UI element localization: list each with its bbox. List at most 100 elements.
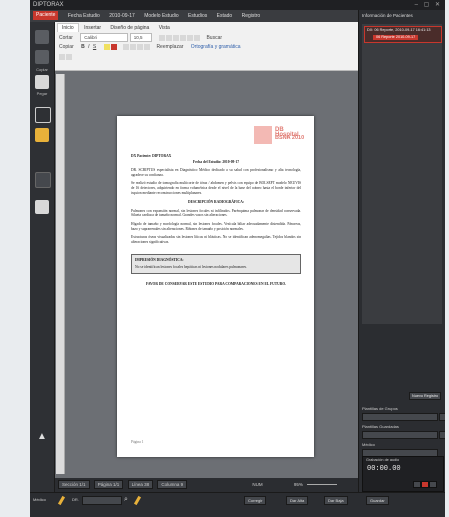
align-right-icon[interactable] — [137, 43, 144, 50]
indent-icon[interactable] — [173, 34, 180, 41]
highlight-icon[interactable] — [103, 43, 110, 50]
find-button[interactable]: Buscar — [206, 35, 222, 41]
menu-item-fecha[interactable]: Fecha Estudio — [68, 10, 100, 22]
align-left-icon[interactable] — [123, 43, 130, 50]
new-record-button[interactable]: Nuevo Registro — [409, 392, 442, 400]
saved-templates-select[interactable] — [362, 431, 438, 439]
report-list-item[interactable]: DX: 06 Reporte, 2010-09-17 16:41:13 06 R… — [364, 26, 442, 43]
menu-item-registro[interactable]: Registro — [242, 10, 261, 22]
tool-label: Médico — [33, 497, 46, 502]
italic-icon[interactable]: I — [88, 44, 89, 50]
patient-label: DX Paciente: DIPTORAX — [131, 154, 172, 158]
group-templates-select[interactable] — [362, 413, 438, 421]
pilcrow-icon[interactable] — [194, 34, 201, 41]
replace-button[interactable]: Reemplazar — [156, 44, 183, 50]
editor-area: Inicio Insertar Diseño de página Vista C… — [55, 22, 358, 492]
group-templates-add-button[interactable] — [439, 413, 445, 421]
ribbon-row-1: Cortar Calibri 10,5 Buscar — [59, 33, 222, 42]
group-templates-label: Plantillas de Grupos — [362, 406, 398, 411]
reports-list[interactable]: DX: 06 Reporte, 2010-09-17 16:41:13 06 R… — [362, 24, 442, 324]
section-title: DESCRIPCIÓN RADIOGRÁFICA: — [187, 200, 244, 205]
align-center-icon[interactable] — [130, 43, 137, 50]
search-icon[interactable]: ⌕ — [124, 496, 128, 504]
list-numbered-icon[interactable] — [166, 34, 173, 41]
ribbon-row-2: Copiar B I S Reemplazar Ortografía y gra… — [59, 43, 241, 52]
mountain-icon[interactable]: ▲ — [35, 430, 49, 444]
body-paragraph-4: Estructuras óseas visualizadas sin lesio… — [131, 235, 301, 244]
saved-templates-label: Plantillas Guardadas — [362, 424, 399, 429]
hospital-logo: DB Hospital BSNA 2010 — [254, 126, 308, 148]
format-painter-icon[interactable] — [66, 53, 72, 60]
tab-insertar[interactable]: Insertar — [80, 24, 105, 32]
status-mode: NUM — [252, 482, 263, 487]
field-label: DR. — [72, 497, 79, 502]
paste-small-icon[interactable] — [59, 53, 65, 60]
spellcheck-button[interactable]: Ortografía y gramática — [191, 44, 241, 50]
saved-templates-add-button[interactable] — [439, 431, 445, 439]
document-icon[interactable] — [35, 75, 49, 89]
tab-inicio[interactable]: Inicio — [57, 23, 79, 32]
report-item-title: DX: 06 Reporte, 2010-09-17 16:41:13 — [367, 28, 431, 32]
patients-panel-title: Información de Pacientes — [362, 13, 413, 18]
menu-tag-patient[interactable]: Paciente — [33, 11, 59, 21]
layout-icon[interactable] — [35, 172, 51, 188]
correct-button[interactable]: Corregir — [244, 496, 267, 505]
sort-icon[interactable] — [187, 34, 194, 41]
stop-icon[interactable] — [421, 481, 429, 488]
play-icon[interactable] — [429, 481, 437, 488]
audio-recorder: Grabación de audio 00:00.00 — [362, 456, 444, 492]
status-bar: Sección 1/1 Página 1/1 Línea 38 Columna … — [55, 478, 358, 492]
font-name-select[interactable]: Calibri — [80, 33, 129, 42]
logo-line-2: BSNA 2010 — [275, 135, 305, 141]
justify-icon[interactable] — [144, 43, 151, 50]
menu-item-modelo[interactable]: Modelo Estudio — [144, 10, 178, 22]
impression-body: No se identifican lesiones focales hepát… — [135, 264, 247, 269]
save-button[interactable]: Guardar — [366, 496, 389, 505]
paste-label: Pegar — [36, 91, 48, 96]
status-column: Columna 9 — [157, 480, 188, 490]
menu-item-estudios[interactable]: Estudios — [188, 10, 207, 22]
audio-label: Grabación de audio — [366, 458, 400, 462]
window-title: DIPTORAX — [33, 2, 64, 8]
intro-paragraph: DR. SCRIPTUS especialista en Diagnóstico… — [131, 168, 301, 177]
vertical-ruler — [56, 74, 65, 474]
font-color-icon[interactable] — [110, 43, 117, 50]
body-paragraph-3: Hígado de tamaño y morfología normal, si… — [131, 221, 301, 231]
list-icon[interactable] — [159, 34, 166, 41]
document-page[interactable]: DB Hospital BSNA 2010 DX Paciente: DIPTO… — [117, 116, 314, 457]
document-canvas[interactable]: DB Hospital BSNA 2010 DX Paciente: DIPTO… — [65, 72, 358, 478]
record-icon[interactable] — [413, 481, 421, 488]
copy-button[interactable]: Copiar — [59, 44, 74, 50]
printer-icon[interactable] — [35, 30, 49, 44]
report-icon[interactable] — [35, 200, 49, 214]
footer-note: FAVOR DE CONSERVAR ESTE ESTUDIO PARA COM… — [145, 281, 287, 286]
underline-icon[interactable]: S — [93, 44, 96, 50]
zoom-slider[interactable] — [307, 484, 338, 486]
tab-vista[interactable]: Vista — [155, 24, 174, 32]
menu-item-date[interactable]: 2010-09-17 — [109, 10, 135, 22]
signature-icon[interactable] — [35, 107, 51, 123]
app-window: DIPTORAX – ▢ ✕ Paciente Fecha Estudio 20… — [30, 0, 445, 517]
title-bar: DIPTORAX – ▢ ✕ — [30, 0, 445, 10]
window-controls[interactable]: – ▢ ✕ — [415, 0, 442, 10]
font-size-select[interactable]: 10,5 — [129, 33, 152, 42]
report-item-badge: 06 Reporte 2010-09-17 — [373, 35, 419, 40]
dictation-input[interactable] — [82, 496, 122, 505]
impression-title: IMPRESIÓN DIAGNÓSTICA: — [135, 258, 184, 263]
status-page: Página 1/1 — [93, 480, 124, 490]
user-icon[interactable] — [35, 128, 49, 142]
scanner-icon[interactable] — [35, 50, 49, 64]
tab-diseno[interactable]: Diseño de página — [106, 24, 153, 32]
menu-item-estado[interactable]: Estado — [217, 10, 233, 22]
status-line: Línea 38 — [127, 480, 154, 490]
zoom-level[interactable]: 95% — [294, 478, 303, 492]
cut-button[interactable]: Cortar — [59, 35, 73, 41]
audio-timer: 00:00.00 — [367, 465, 401, 473]
bold-icon[interactable]: B — [81, 44, 85, 50]
pen-icon[interactable] — [57, 495, 66, 506]
remove-button[interactable]: Dar Baja — [324, 496, 348, 505]
discharge-button[interactable]: Dar Alta — [286, 496, 309, 505]
outdent-icon[interactable] — [180, 34, 187, 41]
impression-box: IMPRESIÓN DIAGNÓSTICA: No se identifican… — [131, 254, 301, 274]
marker-icon[interactable] — [133, 495, 142, 506]
